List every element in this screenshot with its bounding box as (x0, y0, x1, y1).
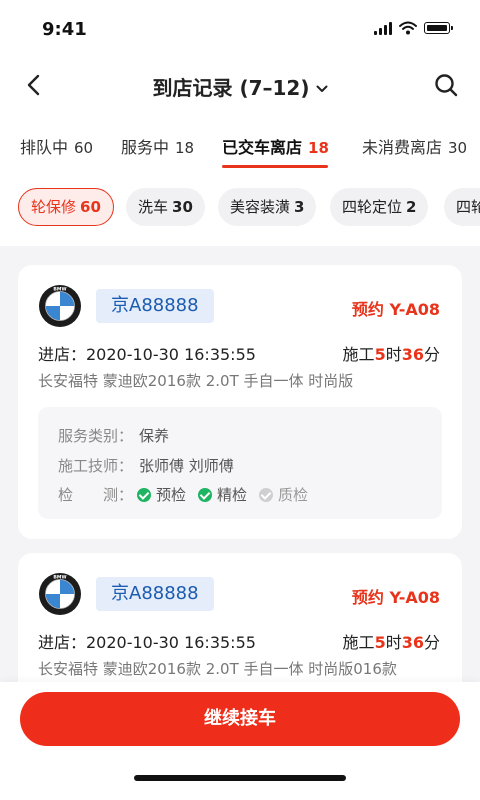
wifi-icon (399, 21, 417, 35)
tab-label: 服务中 (121, 138, 170, 157)
check-fine-inspection: 精检 (198, 484, 247, 505)
check-label: 预检 (156, 486, 187, 504)
signal-icon (374, 21, 392, 35)
tab-count: 60 (74, 139, 94, 157)
technician-row: 施工技师： 张师傅 刘师傅 (58, 455, 234, 476)
active-tab-indicator (222, 165, 328, 168)
chip-tire-repair[interactable]: 轮保修 60 (18, 188, 114, 226)
status-tabs: 排队中 60 服务中 18 已交车离店 18 未消费离店 30 (0, 134, 480, 174)
inspection-row: 检 测： 预检 精检 质检 (58, 484, 308, 505)
vehicle-model: 长安福特 蒙迪欧2016款 2.0T 手自一体 时尚版016款 (38, 660, 397, 678)
continue-reception-button[interactable]: 继续接车 (20, 692, 460, 746)
record-card[interactable]: BMW 京A88888 预约 Y-A08 进店：2020-10-30 16:35… (18, 265, 462, 539)
tab-left-no-purchase[interactable]: 未消费离店 30 (362, 134, 467, 158)
category-chips: 轮保修 60 洗车 30 美容装潢 3 四轮定位 2 四轮 (18, 188, 480, 228)
chip-car-wash[interactable]: 洗车 30 (126, 188, 205, 226)
service-duration: 施工5时36分 (343, 629, 440, 653)
chevron-down-icon (316, 85, 327, 92)
search-icon[interactable] (432, 71, 460, 99)
tab-label: 已交车离店 (222, 138, 303, 157)
chip-alignment[interactable]: 四轮定位 2 (330, 188, 429, 226)
tab-count: 18 (308, 139, 329, 157)
service-type-row: 服务类别： 保养 (58, 425, 169, 446)
status-icons (374, 21, 453, 35)
logo-text: BMW (53, 574, 66, 580)
inspection-label: 检 测： (58, 486, 134, 504)
service-details: 服务类别： 保养 施工技师： 张师傅 刘师傅 检 测： 预检 精检 质检 (38, 407, 442, 519)
chip-count: 60 (80, 198, 101, 216)
check-quality-inspection: 质检 (259, 484, 308, 505)
check-label: 质检 (278, 486, 309, 504)
check-circle-icon (137, 487, 152, 502)
duration-prefix: 施工 (342, 633, 375, 652)
chip-count: 30 (172, 198, 193, 216)
tab-queueing[interactable]: 排队中 60 (20, 134, 93, 158)
battery-icon (424, 22, 453, 34)
duration-minutes: 36 (401, 345, 424, 364)
appointment-code: 预约 Y-A08 (351, 300, 440, 319)
chip-count: 3 (294, 198, 305, 216)
duration-minutes-unit: 分 (423, 633, 440, 652)
technician-value: 张师傅 刘师傅 (139, 457, 234, 475)
home-indicator (134, 775, 346, 781)
status-time: 9:41 (42, 19, 87, 40)
check-label: 精检 (217, 486, 248, 504)
duration-prefix: 施工 (342, 345, 375, 364)
chip-label: 轮保修 (31, 198, 77, 216)
tab-count: 30 (448, 139, 468, 157)
logo-text: BMW (53, 286, 66, 292)
tab-label: 未消费离店 (362, 138, 443, 157)
duration-minutes: 36 (401, 633, 424, 652)
service-type-label: 服务类别： (58, 427, 134, 445)
license-plate: 京A88888 (96, 577, 214, 611)
check-pre-inspection: 预检 (137, 484, 186, 505)
entry-time: 进店：2020-10-30 16:35:55 (38, 345, 256, 364)
license-plate: 京A88888 (96, 289, 214, 323)
chip-label: 四轮 (456, 198, 480, 216)
duration-hours-unit: 时 (385, 633, 402, 652)
service-type-value: 保养 (139, 427, 170, 445)
page-title-text: 到店记录 (7–12) (152, 76, 310, 100)
vehicle-model: 长安福特 蒙迪欧2016款 2.0T 手自一体 时尚版 (38, 372, 354, 390)
chip-label: 四轮定位 (342, 198, 403, 216)
check-circle-icon (259, 487, 274, 502)
technician-label: 施工技师： (58, 457, 134, 475)
chip-label: 美容装潢 (230, 198, 291, 216)
duration-hours-unit: 时 (385, 345, 402, 364)
check-circle-icon (198, 487, 213, 502)
bmw-logo-icon: BMW (39, 285, 81, 327)
chip-beauty[interactable]: 美容装潢 3 (218, 188, 317, 226)
chip-label: 洗车 (138, 198, 169, 216)
duration-hours: 5 (374, 345, 386, 364)
bottom-action-bar: 继续接车 (0, 682, 480, 800)
service-duration: 施工5时36分 (343, 341, 440, 365)
bmw-logo-icon: BMW (39, 573, 81, 615)
entry-time: 进店：2020-10-30 16:35:55 (38, 633, 256, 652)
page-title[interactable]: 到店记录 (7–12) (0, 72, 480, 101)
duration-minutes-unit: 分 (423, 345, 440, 364)
chip-count: 2 (406, 198, 417, 216)
tab-count: 18 (175, 139, 195, 157)
chip-more[interactable]: 四轮 (444, 188, 480, 226)
tab-delivered[interactable]: 已交车离店 18 (222, 134, 329, 158)
duration-hours: 5 (374, 633, 386, 652)
tab-label: 排队中 (20, 138, 69, 157)
appointment-code: 预约 Y-A08 (351, 588, 440, 607)
tab-in-service[interactable]: 服务中 18 (121, 134, 194, 158)
